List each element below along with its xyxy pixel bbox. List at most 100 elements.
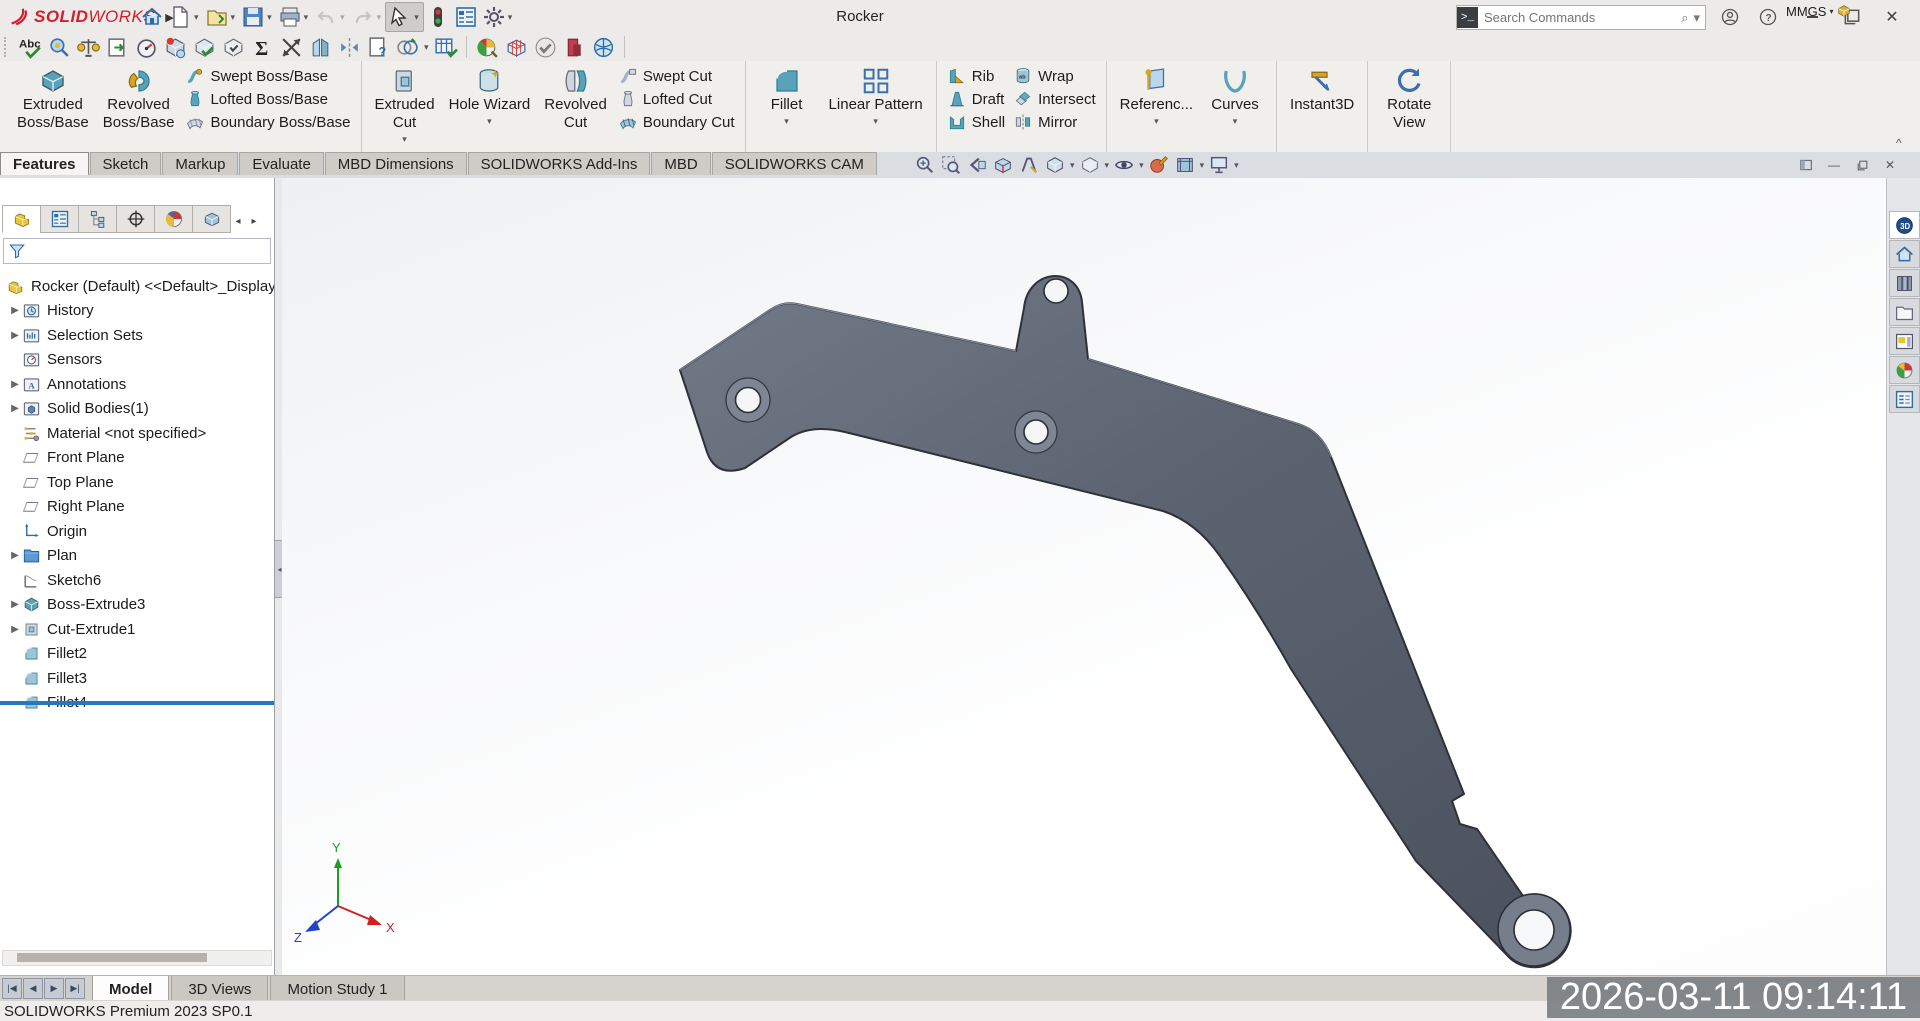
annotation-views-icon[interactable] xyxy=(1018,154,1040,176)
property-tab-button[interactable] xyxy=(452,3,480,31)
deviation-analysis-icon[interactable] xyxy=(279,35,304,60)
view-settings-icon[interactable] xyxy=(1208,154,1230,176)
zoom-to-fit-icon[interactable] xyxy=(914,154,936,176)
dropdown-caret-icon[interactable]: ▾ xyxy=(1234,160,1239,171)
bottom-tab-model[interactable]: Model xyxy=(92,976,169,1001)
dropdown-caret-icon[interactable]: ▾ xyxy=(873,116,878,127)
bottom-tab-motion-study-1[interactable]: Motion Study 1 xyxy=(270,976,404,1001)
panel-tab-dimxpert-manager[interactable] xyxy=(116,205,155,233)
taskpane-design-library-button[interactable] xyxy=(1889,269,1920,297)
design-table-icon[interactable] xyxy=(433,35,458,60)
compare-documents-icon[interactable] xyxy=(395,35,420,60)
ribbon-button-fillet[interactable]: Fillet▾ xyxy=(752,63,822,150)
user-account-button[interactable] xyxy=(1717,4,1743,30)
dropdown-caret-icon[interactable]: ▾ xyxy=(1233,116,1238,127)
tree-item-annotations[interactable]: ▶AAnnotations xyxy=(0,372,274,397)
expand-arrow-icon[interactable]: ▶ xyxy=(8,305,22,316)
ribbon-button-revolved-cut[interactable]: RevolvedCut xyxy=(537,63,614,150)
select-tool-button[interactable]: ▾ xyxy=(385,2,424,32)
search-caret-icon[interactable]: ▾ xyxy=(1693,10,1700,26)
undo-button[interactable]: ▾ xyxy=(312,3,349,31)
tab-last-button[interactable]: ▶| xyxy=(65,978,85,999)
pane-dock-button[interactable] xyxy=(1795,156,1817,174)
tab-mbd-dimensions[interactable]: MBD Dimensions xyxy=(325,152,467,175)
ribbon-button-curves[interactable]: Curves▾ xyxy=(1200,63,1270,150)
measure-icon[interactable] xyxy=(76,35,101,60)
print-button[interactable]: ▾ xyxy=(276,3,313,31)
expand-arrow-icon[interactable]: ▶ xyxy=(8,379,22,390)
equations-icon[interactable]: Σ xyxy=(250,35,275,60)
panel-tab-property-manager[interactable] xyxy=(40,205,79,233)
dropdown-caret-icon[interactable]: ▾ xyxy=(1139,160,1144,171)
graphics-viewport[interactable]: Y X Z xyxy=(282,178,1886,975)
tree-item-front-plane[interactable]: Front Plane xyxy=(0,446,274,471)
expand-arrow-icon[interactable]: ▶ xyxy=(8,599,22,610)
dropdown-caret-icon[interactable]: ▾ xyxy=(508,12,513,23)
tab-solidworks-add-ins[interactable]: SOLIDWORKS Add-Ins xyxy=(468,152,651,175)
ribbon-button-revolved-boss-base[interactable]: RevolvedBoss/Base xyxy=(96,63,182,150)
ribbon-button-lofted-boss-base[interactable]: Lofted Boss/Base xyxy=(185,88,350,110)
tab-evaluate[interactable]: Evaluate xyxy=(239,152,323,175)
dropdown-caret-icon[interactable]: ▾ xyxy=(1105,160,1110,171)
tree-item-sketch6[interactable]: Sketch6 xyxy=(0,568,274,593)
ribbon-button-linear-pattern[interactable]: Linear Pattern▾ xyxy=(822,63,930,150)
tree-root-item[interactable]: Rocker (Default) <<Default>_Display xyxy=(0,274,274,299)
display-style-icon[interactable] xyxy=(1079,154,1101,176)
view-orientation-icon[interactable] xyxy=(1044,154,1066,176)
apply-scene-icon[interactable] xyxy=(1174,154,1196,176)
ribbon-button-extruded-boss-base[interactable]: ExtrudedBoss/Base xyxy=(10,63,96,150)
ribbon-button-referenc[interactable]: Referenc...▾ xyxy=(1113,63,1200,150)
tree-item-selection-sets[interactable]: ▶Selection Sets xyxy=(0,323,274,348)
panel-tab-featuremanager-tree[interactable] xyxy=(2,205,41,233)
part-hole-middle[interactable] xyxy=(1024,420,1048,444)
dropdown-caret-icon[interactable]: ▾ xyxy=(267,12,272,23)
taskpane-file-explorer-button[interactable] xyxy=(1889,298,1920,326)
symmetry-check-icon[interactable] xyxy=(337,35,362,60)
rollback-bar[interactable] xyxy=(0,701,274,705)
doc-restore-button[interactable] xyxy=(1851,156,1873,174)
dropdown-caret-icon[interactable]: ▾ xyxy=(487,116,492,127)
dropdown-caret-icon[interactable]: ▾ xyxy=(377,12,382,23)
units-selector[interactable]: MMGS ▾ xyxy=(1786,3,1852,19)
import-diagnostics-icon[interactable]: ? xyxy=(366,35,391,60)
indicator-light-button[interactable] xyxy=(424,3,452,31)
tree-item-sensors[interactable]: Sensors xyxy=(0,348,274,373)
taskpane-appearances-scenes-button[interactable] xyxy=(1889,356,1920,384)
tree-item-material-not-specified[interactable]: Material <not specified> xyxy=(0,421,274,446)
zoom-to-area-icon[interactable] xyxy=(940,154,962,176)
tree-filter-box[interactable] xyxy=(3,238,271,264)
part-hole-left[interactable] xyxy=(736,388,761,413)
edit-appearance-wheel-icon[interactable] xyxy=(475,35,500,60)
tree-item-top-plane[interactable]: Top Plane xyxy=(0,470,274,495)
geometry-check-icon[interactable] xyxy=(221,35,246,60)
help-button[interactable]: ? xyxy=(1755,4,1781,30)
tree-item-cut-extrude1[interactable]: ▶Cut-Extrude1 xyxy=(0,617,274,642)
tree-item-boss-extrude3[interactable]: ▶Boss-Extrude3 xyxy=(0,593,274,618)
search-icon[interactable]: ⌕ xyxy=(1681,10,1688,26)
expand-arrow-icon[interactable]: ▶ xyxy=(8,403,22,414)
performance-evaluation-icon[interactable] xyxy=(134,35,159,60)
panel-tab-display-manager[interactable] xyxy=(154,205,193,233)
verify-solid-icon[interactable] xyxy=(192,35,217,60)
ribbon-button-draft[interactable]: Draft xyxy=(947,88,1005,110)
panel-tabs-scroll-left[interactable]: ◂ xyxy=(230,209,246,233)
tab-next-button[interactable]: ▶ xyxy=(44,978,64,999)
part-hole-bottom-ring[interactable] xyxy=(1514,910,1554,950)
ribbon-button-rotate-view[interactable]: RotateView xyxy=(1374,63,1444,150)
doc-close-button[interactable]: ✕ xyxy=(1879,156,1901,174)
search-commands-box[interactable]: >_ ⌕ ▾ xyxy=(1456,5,1706,30)
spell-check-icon[interactable]: Abc xyxy=(18,35,43,60)
ribbon-button-hole-wizard[interactable]: Hole Wizard▾ xyxy=(442,63,538,150)
tree-item-fillet3[interactable]: Fillet3 xyxy=(0,666,274,691)
taskpane-custom-properties-button[interactable] xyxy=(1889,385,1920,413)
dropdown-caret-icon[interactable]: ▾ xyxy=(304,12,309,23)
ribbon-button-rib[interactable]: Rib xyxy=(947,65,1005,87)
design-approval-icon[interactable] xyxy=(533,35,558,60)
window-close-button[interactable]: ✕ xyxy=(1879,4,1905,30)
panel-tab-configuration-manager[interactable] xyxy=(78,205,117,233)
dropdown-caret-icon[interactable]: ▾ xyxy=(340,12,345,23)
tree-item-plan[interactable]: ▶Plan xyxy=(0,544,274,569)
new-document-button[interactable]: ▾ xyxy=(166,3,203,31)
tab-sketch[interactable]: Sketch xyxy=(90,152,162,175)
part-body[interactable] xyxy=(680,276,1571,967)
